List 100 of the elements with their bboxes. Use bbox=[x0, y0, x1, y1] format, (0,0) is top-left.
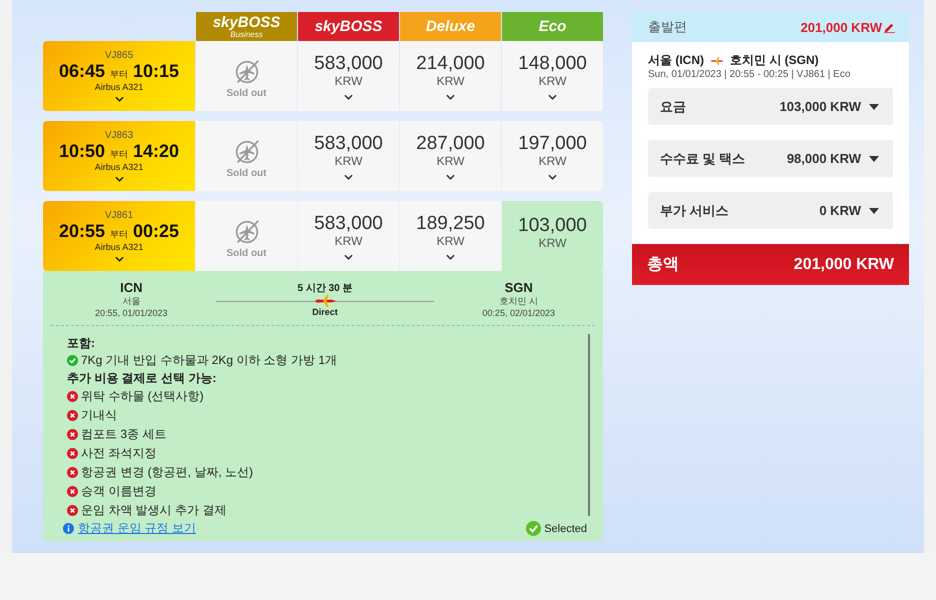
fare-price: 583,000 bbox=[314, 52, 383, 74]
feature-text: 7Kg 기내 반입 수하물과 2Kg 이하 소형 가방 1개 bbox=[81, 352, 338, 369]
chevron-icon bbox=[344, 174, 353, 180]
section-heading: 추가 비용 결제로 선택 가능: bbox=[67, 370, 218, 387]
chevron-icon bbox=[344, 254, 353, 260]
airport-code: ICN bbox=[120, 281, 142, 295]
price-breakdown-row[interactable]: 부가 서비스 0 KRW bbox=[648, 192, 893, 229]
flight-number: VJ863 bbox=[104, 130, 134, 141]
fare-price: 583,000 bbox=[314, 132, 383, 154]
chevron-icon bbox=[446, 94, 455, 100]
city-label: 서울 bbox=[122, 295, 140, 308]
fare-option[interactable]: 197,000 KRW bbox=[502, 121, 603, 191]
sold-out-label: Sold out bbox=[226, 168, 266, 178]
currency-label: KRW bbox=[334, 234, 362, 248]
feature-text: 위탁 수하물 (선택사항) bbox=[81, 388, 204, 405]
chevron-icon bbox=[548, 174, 557, 180]
currency-label: KRW bbox=[334, 74, 362, 88]
fare-option[interactable]: 189,250 KRW bbox=[400, 201, 501, 271]
total-amount: 201,000 KRW bbox=[794, 256, 894, 274]
flight-time-card[interactable]: VJ865 06:45 부터 10:15 Airbus A321 bbox=[43, 41, 195, 111]
datetime-label: 20:55, 01/01/2023 bbox=[95, 308, 168, 318]
chevron-icon bbox=[446, 174, 455, 180]
sold-out-label: Sold out bbox=[226, 88, 266, 98]
aircraft-label: Airbus A321 bbox=[94, 82, 144, 92]
fare-class-logo: skyBOSS Business bbox=[196, 12, 297, 41]
fare-price: 148,000 bbox=[518, 52, 587, 74]
plane-icon bbox=[710, 56, 724, 66]
fare-price: 189,250 bbox=[416, 212, 485, 234]
fare-option[interactable]: 583,000 KRW bbox=[298, 201, 399, 271]
chevron-icon bbox=[114, 96, 124, 102]
caret-icon bbox=[869, 208, 879, 214]
currency-label: KRW bbox=[436, 74, 464, 88]
connector-label: 부터 bbox=[110, 148, 128, 161]
currency-label: KRW bbox=[334, 154, 362, 168]
chevron-icon bbox=[114, 256, 124, 262]
price-breakdown-row[interactable]: 수수료 및 택스 98,000 KRW bbox=[648, 140, 893, 177]
city-label: 호치민 시 bbox=[499, 295, 538, 308]
arrival-time: 14:20 bbox=[133, 141, 180, 162]
departure-time: 06:45 bbox=[58, 61, 105, 82]
cross-icon bbox=[67, 467, 78, 478]
arrival-time: 10:15 bbox=[133, 61, 180, 82]
arrival-time: 00:25 bbox=[133, 221, 180, 242]
flight-number: VJ861 bbox=[104, 210, 134, 221]
info-icon bbox=[63, 523, 74, 534]
caret-icon bbox=[869, 156, 879, 162]
check-icon bbox=[67, 355, 78, 366]
total-label: 총액 bbox=[647, 255, 679, 275]
aircraft-label: Airbus A321 bbox=[94, 162, 144, 172]
fare-option[interactable]: 103,000 KRW bbox=[502, 201, 603, 271]
connector-label: 부터 bbox=[110, 68, 128, 81]
fare-option[interactable]: 287,000 KRW bbox=[400, 121, 501, 191]
chevron-icon bbox=[344, 94, 353, 100]
chevron-icon bbox=[446, 254, 455, 260]
price-breakdown-row[interactable]: 요금 103,000 KRW bbox=[648, 88, 893, 125]
fare-price: 197,000 bbox=[518, 132, 587, 154]
feature-text: 운임 차액 발생시 추가 결제 bbox=[81, 502, 226, 519]
flight-time-card[interactable]: VJ861 20:55 부터 00:25 Airbus A321 bbox=[43, 201, 195, 271]
fare-option[interactable]: 214,000 KRW bbox=[400, 41, 501, 111]
departure-time: 10:50 bbox=[58, 141, 105, 162]
datetime-label: 00:25, 02/01/2023 bbox=[482, 308, 555, 318]
edit-icon[interactable] bbox=[884, 22, 895, 32]
fare-option[interactable]: 583,000 KRW bbox=[298, 121, 399, 191]
cross-icon bbox=[67, 505, 78, 516]
fare-option[interactable]: 583,000 KRW bbox=[298, 41, 399, 111]
aircraft-label: Airbus A321 bbox=[94, 242, 144, 252]
stops-label: Direct bbox=[312, 307, 338, 317]
fare-option[interactable]: 148,000 KRW bbox=[502, 41, 603, 111]
currency-label: KRW bbox=[436, 154, 464, 168]
airport-code: SGN bbox=[504, 281, 533, 295]
summary-amount: 201,000 KRW bbox=[800, 20, 882, 34]
fare-price: 583,000 bbox=[314, 212, 383, 234]
cross-icon bbox=[67, 486, 78, 497]
flight-number: VJ865 bbox=[104, 50, 134, 61]
fare-price: 103,000 bbox=[518, 215, 587, 236]
plane-icon bbox=[314, 294, 336, 308]
cross-icon bbox=[67, 429, 78, 440]
flight-info: Sun, 01/01/2023 | 20:55 - 00:25 | VJ861 | Eco bbox=[648, 69, 852, 80]
caret-icon bbox=[869, 104, 879, 110]
origin-label: 서울 (ICN) bbox=[648, 52, 704, 69]
section-heading: 포함: bbox=[67, 335, 96, 352]
currency-label: KRW bbox=[436, 234, 464, 248]
flight-time-card[interactable]: VJ863 10:50 부터 14:20 Airbus A321 bbox=[43, 121, 195, 191]
cross-icon bbox=[67, 448, 78, 459]
fare-class-logo: Eco bbox=[502, 12, 603, 41]
fare-price: 214,000 bbox=[416, 52, 485, 74]
departure-time: 20:55 bbox=[58, 221, 105, 242]
currency-label: KRW bbox=[538, 154, 566, 168]
chevron-icon bbox=[114, 176, 124, 182]
currency-label: KRW bbox=[538, 74, 566, 88]
feature-text: 사전 좌석지정 bbox=[81, 445, 156, 462]
duration-label: 5 시간 30 분 bbox=[297, 282, 353, 295]
cross-icon bbox=[67, 410, 78, 421]
summary-title: 출발편 bbox=[648, 18, 687, 36]
fare-price: 287,000 bbox=[416, 132, 485, 154]
feature-text: 승객 이름변경 bbox=[81, 483, 156, 500]
connector-label: 부터 bbox=[110, 228, 128, 241]
check-icon bbox=[526, 521, 542, 536]
feature-text: 컴포트 3종 세트 bbox=[81, 426, 166, 443]
feature-text: 항공권 변경 (항공편, 날짜, 노선) bbox=[81, 464, 253, 481]
feature-text: 기내식 bbox=[81, 407, 117, 424]
